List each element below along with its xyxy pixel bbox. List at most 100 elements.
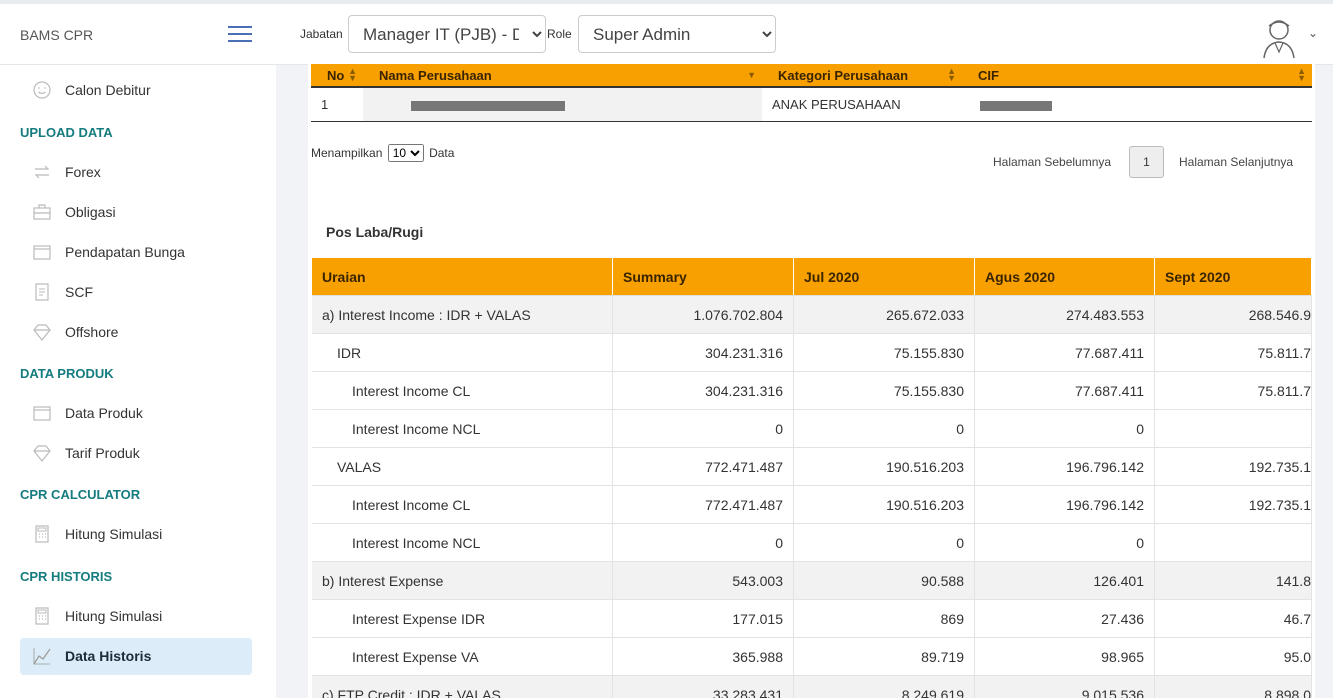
smile-icon bbox=[33, 81, 51, 99]
exchange-icon bbox=[34, 165, 50, 179]
sidebar-item-label: SCF bbox=[65, 284, 93, 300]
user-avatar-icon[interactable] bbox=[1260, 16, 1298, 60]
col-header-uraian[interactable]: Uraian bbox=[312, 258, 613, 296]
cell-value: 9.015.536 bbox=[974, 675, 1155, 698]
cell-value: 196.796.142 bbox=[974, 485, 1155, 524]
table-row: VALAS 772.471.487 190.516.203 196.796.142 19… bbox=[312, 447, 1312, 486]
sidebar-item-scf[interactable]: SCF bbox=[20, 274, 252, 311]
cell-value: 27.436 bbox=[974, 599, 1155, 638]
cell-uraian: Interest Income NCL bbox=[312, 523, 613, 562]
table-row: Interest Expense VA 365.988 89.719 98.965 95… bbox=[312, 637, 1312, 676]
page-size-control: Menampilkan 10 Data bbox=[311, 144, 454, 162]
cell-uraian: IDR bbox=[312, 333, 613, 372]
col-header-no[interactable]: No ▲ ▼ bbox=[311, 64, 363, 88]
cell-value bbox=[1154, 409, 1312, 448]
cell-value: 95.0 bbox=[1154, 637, 1312, 676]
section-data-produk: DATA PRODUK bbox=[20, 366, 114, 381]
col-header-cif[interactable]: CIF ▲ ▼ bbox=[962, 64, 1312, 88]
cell-value: 0 bbox=[612, 409, 794, 448]
section-title-laba-rugi: Pos Laba/Rugi bbox=[326, 224, 424, 240]
sort-desc-icon[interactable]: ▼ bbox=[747, 71, 756, 80]
sidebar-item-data-produk[interactable]: Data Produk bbox=[20, 395, 252, 432]
sidebar-item-label: Calon Debitur bbox=[65, 82, 151, 98]
col-header-jul-2020[interactable]: Jul 2020 bbox=[793, 258, 975, 296]
wallet-icon bbox=[33, 406, 51, 421]
sidebar-item-forex[interactable]: Forex bbox=[20, 154, 252, 191]
sidebar-item-hitung-simulasi-hist[interactable]: Hitung Simulasi bbox=[20, 598, 252, 635]
app-brand[interactable]: BAMS CPR bbox=[20, 27, 93, 43]
sort-icon[interactable]: ▲ ▼ bbox=[947, 67, 956, 83]
col-header-agus-2020[interactable]: Agus 2020 bbox=[974, 258, 1155, 296]
cell-value bbox=[1154, 523, 1312, 562]
role-select[interactable]: Super Admin bbox=[578, 15, 776, 53]
sidebar-item-data-historis[interactable]: Data Historis bbox=[20, 638, 252, 675]
cell-value: 8.249.619 bbox=[793, 675, 975, 698]
sort-icon[interactable]: ▲ ▼ bbox=[348, 67, 357, 83]
company-table: No ▲ ▼ Nama Perusahaan ▼ Kategori Perusahaa… bbox=[311, 64, 1312, 122]
cell-uraian: b) Interest Expense bbox=[312, 561, 613, 600]
wallet-icon bbox=[33, 245, 51, 260]
sidebar-item-label: Data Historis bbox=[65, 648, 152, 664]
jabatan-select[interactable]: Manager IT (PJB) - Divisi bbox=[348, 15, 546, 53]
page-number-button[interactable]: 1 bbox=[1129, 146, 1164, 178]
cell-value: 192.735.1 bbox=[1154, 447, 1312, 486]
cell-kategori: ANAK PERUSAHAAN bbox=[762, 87, 962, 122]
cell-value: 1.076.702.804 bbox=[612, 295, 794, 334]
briefcase-icon bbox=[33, 204, 51, 220]
table-row: a) Interest Income : IDR + VALAS 1.076.70… bbox=[312, 295, 1312, 334]
col-header-sept-2020[interactable]: Sept 2020 bbox=[1154, 258, 1312, 296]
cell-value: 196.796.142 bbox=[974, 447, 1155, 486]
cell-uraian: Interest Income CL bbox=[312, 485, 613, 524]
sidebar-item-obligasi[interactable]: Obligasi bbox=[20, 194, 252, 231]
cell-value: 190.516.203 bbox=[793, 485, 975, 524]
sidebar-item-label: Hitung Simulasi bbox=[65, 526, 163, 542]
cell-value: 98.965 bbox=[974, 637, 1155, 676]
cell-cif-redacted bbox=[962, 87, 1312, 122]
sidebar-item-label: Forex bbox=[65, 164, 101, 180]
role-label: Role bbox=[547, 27, 572, 41]
sidebar-item-pendapatan-bunga[interactable]: Pendapatan Bunga bbox=[20, 234, 252, 271]
cell-value: 268.546.9 bbox=[1154, 295, 1312, 334]
prev-page-button[interactable]: Halaman Sebelumnya bbox=[993, 155, 1111, 169]
table-row: Interest Income CL 772.471.487 190.516.203… bbox=[312, 485, 1312, 524]
cell-value: 772.471.487 bbox=[612, 485, 794, 524]
cell-value: 0 bbox=[793, 523, 975, 562]
cell-value: 75.155.830 bbox=[793, 333, 975, 372]
sidebar: Calon Debitur UPLOAD DATA Forex Obligasi… bbox=[0, 65, 276, 698]
calculator-icon bbox=[35, 525, 49, 543]
page-size-select[interactable]: 10 bbox=[387, 144, 424, 162]
table-row: b) Interest Expense 543.003 90.588 126.401 1… bbox=[312, 561, 1312, 600]
cell-value: 543.003 bbox=[612, 561, 794, 600]
sidebar-item-tarif-produk[interactable]: Tarif Produk bbox=[20, 435, 252, 472]
sidebar-item-label: Hitung Simulasi bbox=[65, 608, 163, 624]
cell-value: 141.8 bbox=[1154, 561, 1312, 600]
table-row: Interest Expense IDR 177.015 869 27.436 46.7 bbox=[312, 599, 1312, 638]
col-header-nama-perusahaan[interactable]: Nama Perusahaan ▼ bbox=[363, 64, 762, 88]
sidebar-item-hitung-simulasi-calc[interactable]: Hitung Simulasi bbox=[20, 516, 252, 553]
hamburger-menu-icon[interactable] bbox=[228, 26, 252, 42]
sidebar-item-offshore[interactable]: Offshore bbox=[20, 314, 252, 351]
cell-value: 304.231.316 bbox=[612, 371, 794, 410]
section-cpr-calculator: CPR CALCULATOR bbox=[20, 487, 141, 502]
col-header-kategori[interactable]: Kategori Perusahaan ▲ ▼ bbox=[762, 64, 962, 88]
table-row: Interest Income NCL 0 0 0 bbox=[312, 523, 1312, 562]
cell-value: 274.483.553 bbox=[974, 295, 1155, 334]
col-header-summary[interactable]: Summary bbox=[612, 258, 794, 296]
cell-uraian: Interest Income CL bbox=[312, 371, 613, 410]
cell-value: 869 bbox=[793, 599, 975, 638]
main-content: No ▲ ▼ Nama Perusahaan ▼ Kategori Perusahaa… bbox=[308, 64, 1315, 698]
cell-value: 265.672.033 bbox=[793, 295, 975, 334]
table-row[interactable]: 1 ANAK PERUSAHAAN bbox=[311, 87, 1312, 122]
cell-uraian: VALAS bbox=[312, 447, 613, 486]
cell-value: 365.988 bbox=[612, 637, 794, 676]
sidebar-item-calon-debitur[interactable]: Calon Debitur bbox=[20, 72, 252, 109]
cell-value: 177.015 bbox=[612, 599, 794, 638]
cell-value: 33.283.431 bbox=[612, 675, 794, 698]
table-row: Interest Income CL 304.231.316 75.155.830 7… bbox=[312, 371, 1312, 410]
user-menu-chevron-icon[interactable]: ⌄ bbox=[1308, 26, 1318, 40]
next-page-button[interactable]: Halaman Selanjutnya bbox=[1179, 155, 1293, 169]
cell-value: 90.588 bbox=[793, 561, 975, 600]
sort-icon[interactable]: ▲ ▼ bbox=[1297, 67, 1306, 83]
cell-value: 192.735.1 bbox=[1154, 485, 1312, 524]
cell-value: 0 bbox=[793, 409, 975, 448]
